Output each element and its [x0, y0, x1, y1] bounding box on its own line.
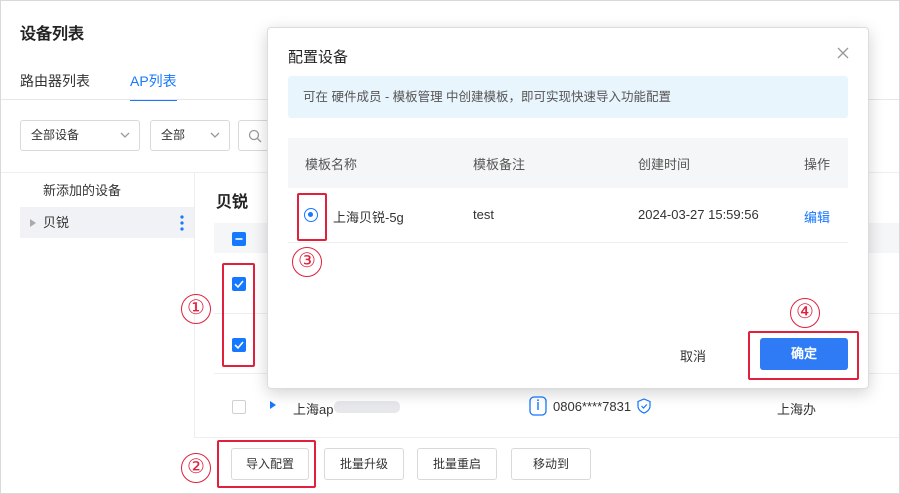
column-header-action: 操作 [804, 157, 831, 172]
minus-icon [235, 238, 243, 240]
annotation-box-2 [217, 440, 316, 488]
page-title: 设备列表 [20, 26, 85, 43]
caret-right-icon[interactable] [270, 401, 276, 409]
annotation-box-4 [748, 331, 859, 380]
annotation-box-1 [222, 263, 255, 367]
dialog-title: 配置设备 [288, 49, 349, 66]
select-all-checkbox[interactable] [232, 232, 246, 246]
caret-right-icon[interactable] [30, 219, 36, 227]
status-filter-value: 全部 [161, 128, 186, 142]
annotation-number-2: ② [181, 453, 211, 483]
annotation-box-3 [297, 193, 327, 241]
chevron-down-icon [210, 132, 220, 138]
template-created-cell: 2024-03-27 15:59:56 [638, 207, 759, 222]
group-title: 贝锐 [216, 194, 249, 211]
edit-template-link[interactable]: 编辑 [804, 207, 830, 226]
batch-upgrade-button[interactable]: 批量升级 [324, 448, 404, 480]
batch-restart-button[interactable]: 批量重启 [417, 448, 497, 480]
template-name-cell: 上海贝锐-5g [333, 210, 404, 225]
ap-name: 上海ap [293, 402, 334, 417]
device-filter-value: 全部设备 [31, 128, 80, 142]
close-icon[interactable] [836, 46, 850, 60]
redacted-text [334, 401, 400, 413]
column-header-created-time: 创建时间 [638, 157, 691, 172]
move-to-button[interactable]: 移动到 [511, 448, 591, 480]
app-frame: 设备列表 路由器列表 AP列表 全部设备 全部 新添加的设备 贝锐 贝锐 上海a… [0, 0, 900, 494]
row-checkbox-3[interactable] [232, 400, 246, 414]
shield-check-icon [637, 398, 651, 414]
ap-serial: 0806****7831 [553, 399, 632, 414]
cancel-button[interactable]: 取消 [680, 346, 706, 365]
column-header-template-note: 模板备注 [473, 157, 526, 172]
annotation-number-3: ③ [292, 247, 322, 277]
more-vertical-icon[interactable] [180, 215, 184, 231]
annotation-number-1: ① [181, 294, 211, 324]
template-table-header [288, 138, 848, 188]
tab-ap-list[interactable]: AP列表 [130, 71, 177, 101]
ap-location: 上海办 [777, 402, 817, 417]
chevron-down-icon [120, 132, 130, 138]
status-filter-select[interactable]: 全部 [150, 120, 230, 151]
search-icon [248, 129, 262, 143]
tree-item-new-devices[interactable]: 新添加的设备 [20, 175, 194, 206]
template-note-cell: test [473, 207, 494, 222]
tree-item-label: 贝锐 [43, 215, 70, 230]
column-header-template-name: 模板名称 [305, 157, 358, 172]
tree-item-beirui[interactable]: 贝锐 [20, 207, 194, 238]
device-id-icon [529, 396, 547, 416]
tab-router-list[interactable]: 路由器列表 [20, 71, 90, 99]
info-banner: 可在 硬件成员 - 模板管理 中创建模板，即可实现快速导入功能配置 [288, 76, 848, 118]
template-row-divider [288, 242, 848, 243]
device-filter-select[interactable]: 全部设备 [20, 120, 140, 151]
annotation-number-4: ④ [790, 298, 820, 328]
